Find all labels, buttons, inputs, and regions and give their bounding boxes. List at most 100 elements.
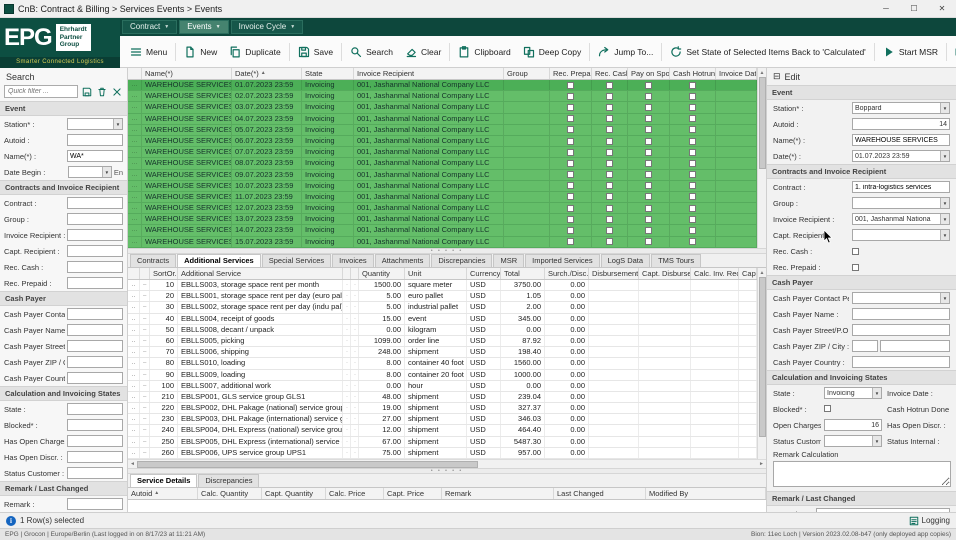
deep-copy-button[interactable]: Deep Copy [517,42,588,62]
column-header-pay-on-spot[interactable]: Pay on Spot* [628,68,670,79]
date-select[interactable]: 01.07.2023 23:59 ▼ [852,150,950,162]
clipboard-button[interactable]: Clipboard [452,42,516,62]
service-row[interactable]: ‥ – 40 EBLLS004, receipt of goods · · 15… [128,313,757,325]
service-row[interactable]: ‥ – 20 EBLLS001, storage space rent per … [128,291,757,303]
cash-payer-city-input[interactable] [881,342,949,350]
column-header-name[interactable]: Name(*) [142,68,232,79]
field-input[interactable] [70,199,120,207]
field-input[interactable] [70,310,120,318]
state-select[interactable]: Invoicing ▼ [824,387,882,399]
group-select[interactable]: ▼ [852,197,950,209]
column-header-calc-price[interactable]: Calc. Price [326,488,384,499]
rec-cash-checkbox[interactable] [606,137,613,145]
rec-prepaid-checkbox[interactable] [567,148,574,156]
field-input[interactable] [70,405,120,413]
pay-on-spot-checkbox[interactable] [645,215,652,223]
column-header-additional-service[interactable]: Additional Service [178,268,343,279]
scrollbar-thumb[interactable] [137,460,478,468]
field-input[interactable] [70,231,120,239]
close-button[interactable]: ✕ [928,0,956,17]
column-header-currency[interactable]: Currency [467,268,501,279]
cash-payer-street-input[interactable] [853,326,949,334]
column-header-total[interactable]: Total [501,268,545,279]
pay-on-spot-checkbox[interactable] [645,81,652,89]
clear-button[interactable]: Clear [399,42,447,62]
rec-prepaid-checkbox[interactable] [567,103,574,111]
column-header-invoice-date[interactable]: Invoice Date [716,68,757,79]
logging-link[interactable]: Logging [922,516,950,525]
rec-cash-checkbox[interactable] [606,227,613,235]
tab-invoices[interactable]: Invoices [332,254,374,267]
pay-on-spot-checkbox[interactable] [645,159,652,167]
column-header-last-changed[interactable]: Last Changed [554,488,646,499]
field-input[interactable] [70,374,120,382]
tab-discrepancies[interactable]: Discrepancies [431,254,493,267]
tab-logs-data[interactable]: LogS Data [600,254,651,267]
pay-on-spot-checkbox[interactable] [645,182,652,190]
service-row[interactable]: ‥ – 240 EBLSP004, DHL Express (national)… [128,425,757,437]
capt-recipient-select[interactable]: ▼ [852,229,950,241]
maximize-button[interactable]: ☐ [900,0,928,17]
field-input[interactable] [70,326,120,334]
rec-prepaid-checkbox[interactable] [852,263,859,271]
cash-hotrun-checkbox[interactable] [689,204,696,212]
menu-button[interactable]: Menu [124,42,173,62]
rec-prepaid-checkbox[interactable] [567,126,574,134]
rec-prepaid-checkbox[interactable] [567,193,574,201]
station-select[interactable]: ▼ [67,118,123,130]
tab-discrepancies-bottom[interactable]: Discrepancies [198,474,260,487]
column-header-capt-quantity[interactable]: Capt. Quantity [262,488,326,499]
field-input[interactable] [70,358,120,366]
event-row[interactable]: … WAREHOUSE SERVICES 10.07.2023 23:59 In… [128,180,757,192]
collapse-panel-icon[interactable]: ⊟ [773,71,781,82]
tab-tms-tours[interactable]: TMS Tours [651,254,702,267]
tab-contracts[interactable]: Contracts [130,254,177,267]
rec-prepaid-checkbox[interactable] [567,81,574,89]
tab-special-services[interactable]: Special Services [261,254,332,267]
event-row[interactable]: … WAREHOUSE SERVICES 03.07.2023 23:59 In… [128,102,757,114]
event-row[interactable]: … WAREHOUSE SERVICES 15.07.2023 23:59 In… [128,236,757,248]
column-header-modified-by[interactable]: Modified By [646,488,766,499]
field-input[interactable] [70,469,120,477]
cash-payer-name-input[interactable] [853,310,949,318]
column-header-cash-hotrun[interactable]: Cash Hotrun Do... [670,68,716,79]
field-input[interactable] [70,247,120,255]
event-name-input[interactable] [853,136,949,144]
service-row[interactable]: ‥ – 260 EBLSP006, UPS service group UPS1… [128,447,757,459]
rec-cash-checkbox[interactable] [606,92,613,100]
cash-payer-zip-input[interactable] [853,342,877,350]
tab-attachments[interactable]: Attachments [374,254,431,267]
column-header-group[interactable]: Group [504,68,550,79]
column-header-capt-inv[interactable]: Capt. I... [739,268,757,279]
rec-prepaid-checkbox[interactable] [567,115,574,123]
scrollbar-thumb[interactable] [758,77,766,169]
tab-service-details[interactable]: Service Details [130,474,198,487]
cash-hotrun-checkbox[interactable] [689,238,696,246]
search-button[interactable]: Search [344,42,399,62]
blocked-checkbox[interactable] [824,404,831,412]
pay-on-spot-checkbox[interactable] [645,137,652,145]
station-select[interactable]: Boppard ▼ [852,102,950,114]
column-header-calc-quantity[interactable]: Calc. Quantity [198,488,262,499]
column-header-surcharge[interactable]: Surch./Disc. [545,268,589,279]
event-row[interactable]: … WAREHOUSE SERVICES 08.07.2023 23:59 In… [128,158,757,170]
services-horizontal-scrollbar[interactable]: ◄ ► [128,459,766,468]
field-input[interactable] [70,500,120,508]
cash-hotrun-checkbox[interactable] [689,115,696,123]
field-input[interactable] [70,342,120,350]
tab-msr[interactable]: MSR [493,254,525,267]
column-header-capt-price[interactable]: Capt. Price [384,488,442,499]
rec-prepaid-checkbox[interactable] [567,238,574,246]
cash-hotrun-checkbox[interactable] [689,159,696,167]
field-input[interactable] [70,453,120,461]
new-button[interactable]: New [178,42,223,62]
column-header-calc-inv-rec[interactable]: Calc. Inv. Rec. C... [691,268,739,279]
service-row[interactable]: ‥ – 60 EBLLS005, picking · · 1099.00 ord… [128,335,757,348]
rec-cash-checkbox[interactable] [606,238,613,246]
event-row[interactable]: … WAREHOUSE SERVICES 01.07.2023 23:59 In… [128,80,757,92]
column-header-state[interactable]: State [302,68,354,79]
rec-prepaid-checkbox[interactable] [567,171,574,179]
event-row[interactable]: … WAREHOUSE SERVICES 07.07.2023 23:59 In… [128,147,757,159]
name-input[interactable] [70,152,120,160]
service-row[interactable]: ‥ – 220 EBLSP002, DHL Pakage (national) … [128,403,757,415]
